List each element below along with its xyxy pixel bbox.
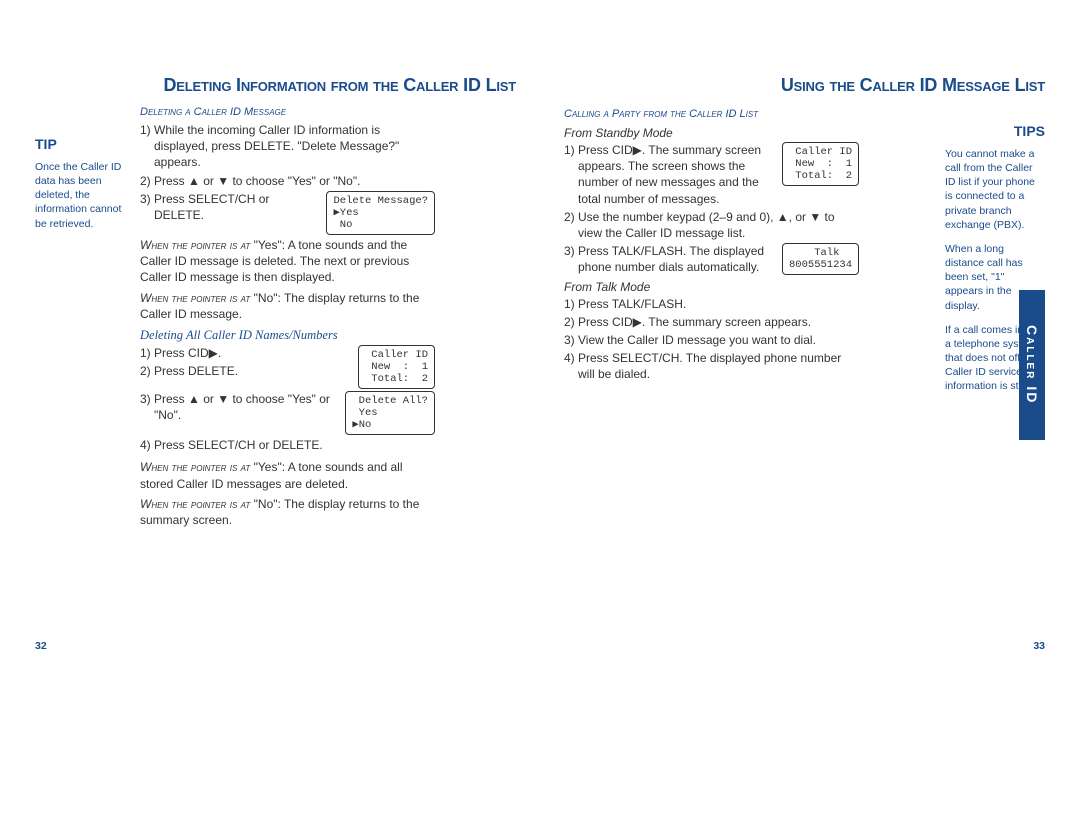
page-right-title: Using the Caller ID Message List [564,75,1045,96]
lcd-caller-id-summary-right: Caller ID New : 1 Total: 2 [782,142,859,186]
subheader-deleting-all: Deleting All Caller ID Names/Numbers [140,328,435,343]
step: 4) Press SELECT/CH or DELETE. [140,437,435,453]
step: 2) Press DELETE. [140,363,350,379]
step: 1) Press CID▶. The summary screen appear… [564,142,774,207]
step: 1) Press CID▶. [140,345,350,361]
step: 2) Press CID▶. The summary screen appear… [564,314,859,330]
section-header-deleting-msg: Deleting a Caller ID Message [140,106,435,118]
lcd-delete-all: Delete All? Yes ▶No [345,391,435,435]
page-spread: Deleting Information from the Caller ID … [0,0,1080,572]
page-number-left: 32 [35,640,47,652]
step: 3) View the Caller ID message you want t… [564,332,859,348]
note-no-1: When the pointer is at "No": The display… [140,290,435,322]
page-left-title: Deleting Information from the Caller ID … [35,75,516,96]
step: 2) Press ▲ or ▼ to choose "Yes" or "No". [140,173,435,189]
step: 3) Press SELECT/CH or DELETE. [140,191,318,223]
page-number-right: 33 [1033,640,1045,652]
step: 3) Press TALK/FLASH. The displayed phone… [564,243,774,275]
lcd-caller-id-summary: Caller ID New : 1 Total: 2 [358,345,435,389]
lcd-talk: Talk 8005551234 [782,243,859,275]
subheader-talk: From Talk Mode [564,280,859,294]
step: 1) While the incoming Caller ID informat… [140,122,435,171]
step: 3) Press ▲ or ▼ to choose "Yes" or "No". [140,391,337,423]
note-no-2: When the pointer is at "No": The display… [140,496,435,528]
note-yes-1: When the pointer is at "Yes": A tone sou… [140,237,435,286]
page-right: Using the Caller ID Message List Calling… [556,75,1045,532]
note-yes-2: When the pointer is at "Yes": A tone sou… [140,459,435,491]
page-left: Deleting Information from the Caller ID … [35,75,526,532]
step: 2) Use the number keypad (2–9 and 0), ▲,… [564,209,859,241]
lcd-delete-message: Delete Message? ▶Yes No [326,191,435,235]
step: 4) Press SELECT/CH. The displayed phone … [564,350,859,382]
section-header-calling-party: Calling a Party from the Caller ID List [564,108,859,120]
step: 1) Press TALK/FLASH. [564,296,859,312]
subheader-standby: From Standby Mode [564,126,859,140]
